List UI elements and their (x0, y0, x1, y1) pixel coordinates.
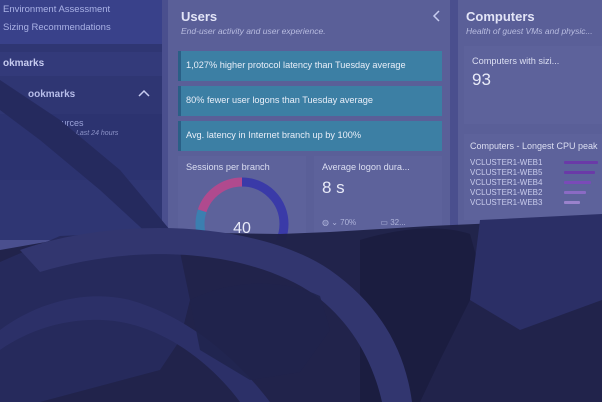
screen: Environment Assessment Sizing Recommenda… (0, 0, 602, 402)
car-interior-overlay (0, 80, 602, 402)
